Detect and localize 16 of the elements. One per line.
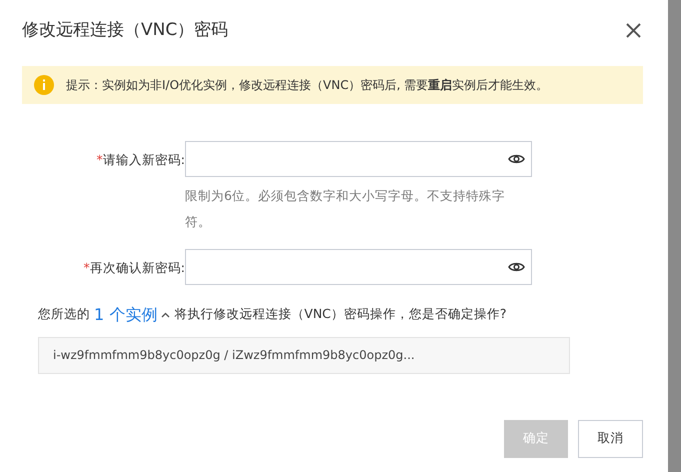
instances-link[interactable]: 1 个实例	[94, 302, 158, 326]
selection-text: 您所选的	[38, 305, 90, 324]
field-label: *请输入新密码:	[96, 150, 185, 168]
hint-text: 限制为6位。必须包含数字和大小写字母。不支持特殊字符。	[185, 186, 505, 230]
instance-list: i-wz9fmmfmm9b8yc0opz0g / iZwz9fmmfmm9b8yc0opz0g...	[38, 336, 570, 374]
password-field[interactable]	[185, 140, 532, 176]
info-icon	[34, 74, 54, 94]
eye-icon[interactable]	[508, 260, 525, 272]
notice-text: 提示：实例如为非I/O优化实例，修改远程连接（VNC）密码后, 需要重启实例后才能生效。	[66, 76, 548, 94]
field-label: *再次确认新密码:	[82, 258, 185, 276]
dialog-title: 修改远程连接（VNC）密码	[22, 19, 228, 42]
selection-text: 将执行修改远程连接（VNC）密码操作，您是否确定操作?	[174, 305, 507, 324]
eye-icon[interactable]	[508, 152, 525, 164]
caret-icon[interactable]	[161, 312, 170, 318]
cancel-button[interactable]: 取消	[578, 420, 643, 458]
password-field[interactable]	[185, 248, 532, 284]
